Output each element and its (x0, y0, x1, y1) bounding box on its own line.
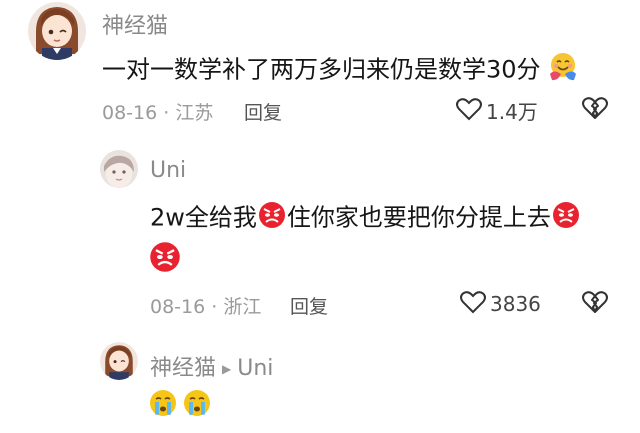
comment-item: 神经猫 一对一数学补了两万多归来仍是数学30分 08-16 · 江苏 回复 1.… (0, 0, 640, 140)
like-button[interactable]: 3836 (460, 290, 541, 318)
heart-icon (456, 97, 482, 125)
like-count: 1.4万 (486, 100, 538, 124)
reply-button[interactable]: 回复 (290, 292, 328, 319)
hugging-face-emoji (548, 52, 578, 89)
avatar[interactable] (100, 150, 138, 188)
reply-item: Uni 2w全给我 住你家也要把你分提上去 08-16 · 浙江 回复 3836 (0, 140, 640, 330)
comment-text: 一对一数学补了两万多归来仍是数学30分 (102, 52, 578, 89)
crying-face-emoji (182, 388, 212, 422)
dislike-button[interactable] (582, 290, 608, 318)
broken-heart-icon (582, 291, 608, 318)
dislike-button[interactable] (582, 96, 608, 124)
reply-text: 2w全给我 住你家也要把你分提上去 (150, 200, 581, 237)
like-count: 3836 (490, 292, 541, 316)
reply-date-location: 08-16 · 浙江 (150, 296, 262, 318)
reply-username[interactable]: Uni (150, 158, 186, 183)
like-button[interactable]: 1.4万 (456, 96, 538, 125)
reply-target-user[interactable]: Uni (237, 356, 273, 381)
avatar[interactable] (100, 342, 138, 380)
reply-text (148, 388, 212, 422)
angry-face-emoji (257, 200, 287, 237)
comment-text-content: 一对一数学补了两万多归来仍是数学30分 (102, 55, 541, 84)
crying-face-emoji (148, 388, 178, 422)
heart-icon (460, 290, 486, 318)
avatar[interactable] (28, 2, 86, 60)
reply-item: 神经猫 ▶ Uni (0, 330, 640, 433)
reply-arrow-icon: ▶ (222, 362, 232, 376)
comment-username[interactable]: 神经猫 (102, 8, 168, 40)
reply-text-part-1: 2w全给我 (150, 203, 257, 232)
angry-face-emoji (551, 200, 581, 237)
comment-date-location: 08-16 · 江苏 (102, 102, 214, 124)
reply-username: 神经猫 ▶ Uni (150, 350, 273, 382)
reply-button[interactable]: 回复 (244, 98, 282, 125)
broken-heart-icon (582, 97, 608, 124)
reply-text-part-2: 住你家也要把你分提上去 (286, 203, 551, 232)
angry-face-emoji (148, 240, 182, 278)
reply-author[interactable]: 神经猫 (150, 356, 216, 381)
